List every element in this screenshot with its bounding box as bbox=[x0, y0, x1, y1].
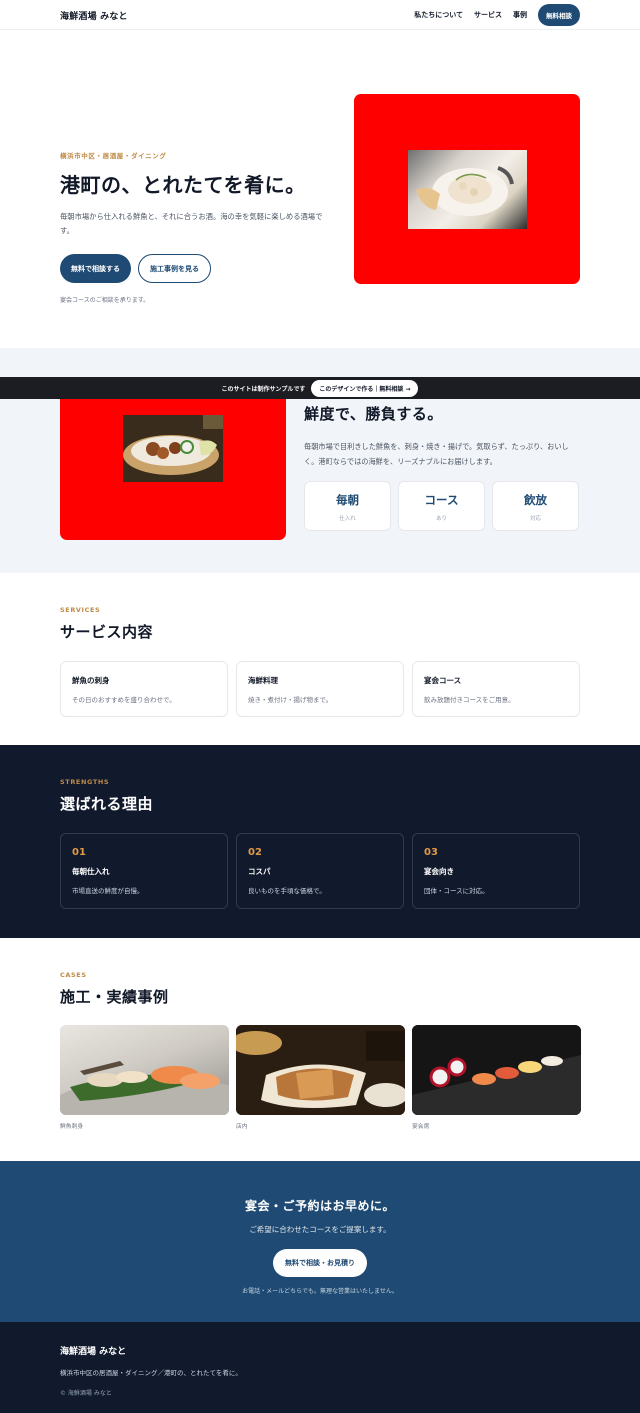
case-photo-interior[interactable] bbox=[236, 1025, 405, 1115]
hero-section: 横浜市中区・居酒屋・ダイニング 港町の、とれたてを肴に。 毎朝市場から仕入れる鮮… bbox=[0, 30, 640, 348]
banner-text: このサイトは制作サンプルです bbox=[221, 385, 306, 393]
services-kicker: SERVICES bbox=[60, 606, 101, 614]
cases-kicker: CASES bbox=[60, 971, 87, 979]
service-desc: その日のおすすめを盛り合わせで。 bbox=[72, 696, 176, 704]
stat-card: 飲放 対応 bbox=[492, 481, 579, 531]
footer-brand: 海鮮酒場 みなと bbox=[60, 1347, 127, 1357]
site-header: 海鮮酒場 みなと 私たちについて サービス 事例 無料相談 bbox=[0, 0, 640, 30]
hero-title: 港町の、とれたてを肴に。 bbox=[60, 173, 306, 197]
case-item[interactable]: 店内 bbox=[236, 1025, 405, 1130]
stat-label: 対応 bbox=[529, 516, 541, 522]
stat-card: コース あり bbox=[398, 481, 485, 531]
services-section: SERVICES サービス内容 鮮魚の刺身 その日のおすすめを盛り合わせで。 海… bbox=[0, 573, 640, 745]
strength-card: 01 毎朝仕入れ 市場直送の鮮度が自慢。 bbox=[60, 833, 228, 909]
service-desc: 飲み放題付きコースをご用意。 bbox=[424, 696, 515, 704]
main-nav: 私たちについて サービス 事例 無料相談 bbox=[414, 4, 580, 26]
hero-dish-photo bbox=[408, 150, 527, 229]
cta-note: お電話・メールどちらでも。無理な営業はいたしません。 bbox=[242, 1288, 398, 1295]
footer-copyright: © 海鮮酒場 みなと bbox=[60, 1390, 112, 1397]
cases-section: CASES 施工・実績事例 鮮魚刺身 店内 宴会席 bbox=[0, 938, 640, 1161]
strength-desc: 良いものを手頃な価格で。 bbox=[248, 887, 326, 895]
strength-number: 03 bbox=[424, 847, 438, 858]
stat-value: 毎朝 bbox=[336, 493, 359, 507]
service-title: 鮮魚の刺身 bbox=[72, 676, 110, 685]
hero-cases-button[interactable]: 施工事例を見る bbox=[138, 254, 211, 283]
service-card: 宴会コース 飲み放題付きコースをご用意。 bbox=[412, 661, 580, 717]
service-card: 鮮魚の刺身 その日のおすすめを盛り合わせで。 bbox=[60, 661, 228, 717]
strength-card: 02 コスパ 良いものを手頃な価格で。 bbox=[236, 833, 404, 909]
strengths-kicker: STRENGTHS bbox=[60, 778, 110, 786]
stat-label: 仕入れ bbox=[339, 516, 356, 522]
strength-desc: 市場直送の鮮度が自慢。 bbox=[72, 887, 144, 895]
service-title: 宴会コース bbox=[424, 676, 462, 685]
strength-number: 01 bbox=[72, 847, 86, 858]
services-title: サービス内容 bbox=[60, 623, 154, 641]
strength-card: 03 宴会向き 団体・コースに対応。 bbox=[412, 833, 580, 909]
header-cta-button[interactable]: 無料相談 bbox=[538, 4, 580, 26]
cta-section: 宴会・ご予約はお早めに。 ご希望に合わせたコースをご提案します。 無料で相談・お… bbox=[0, 1161, 640, 1322]
service-desc: 焼き・煮付け・揚げ物まで。 bbox=[248, 696, 333, 704]
service-card: 海鮮料理 焼き・煮付け・揚げ物まで。 bbox=[236, 661, 404, 717]
stat-value: コース bbox=[424, 493, 459, 507]
stat-label: あり bbox=[435, 516, 447, 522]
strength-number: 02 bbox=[248, 847, 262, 858]
banner-cta-button[interactable]: このデザインで作る｜無料相談 → bbox=[311, 379, 419, 397]
nav-link-services[interactable]: サービス bbox=[474, 10, 502, 20]
cta-description: ご希望に合わせたコースをご提案します。 bbox=[249, 1225, 391, 1234]
hero-eyebrow: 横浜市中区・居酒屋・ダイニング bbox=[60, 152, 167, 160]
site-footer: 海鮮酒場 みなと 横浜市中区の居酒屋・ダイニング／港町の、とれたてを肴に。 © … bbox=[0, 1322, 640, 1413]
case-caption: 宴会席 bbox=[412, 1124, 430, 1130]
case-item[interactable]: 鮮魚刺身 bbox=[60, 1025, 229, 1130]
case-photo-sashimi[interactable] bbox=[60, 1025, 229, 1115]
footer-description: 横浜市中区の居酒屋・ダイニング／港町の、とれたてを肴に。 bbox=[60, 1369, 242, 1377]
nav-link-about[interactable]: 私たちについて bbox=[414, 10, 463, 20]
brand-logo[interactable]: 海鮮酒場 みなと bbox=[60, 9, 128, 22]
strengths-section: STRENGTHS 選ばれる理由 01 毎朝仕入れ 市場直送の鮮度が自慢。 02… bbox=[0, 745, 640, 938]
hero-description: 毎朝市場から仕入れる鮮魚と、それに合うお酒。海の幸を気軽に楽しめる酒場です。 bbox=[60, 212, 323, 235]
sample-site-banner: このサイトは制作サンプルです このデザインで作る｜無料相談 → bbox=[0, 377, 640, 399]
hero-note: 宴会コースのご相談を承ります。 bbox=[60, 297, 150, 304]
cta-consult-button[interactable]: 無料で相談・お見積り bbox=[273, 1249, 367, 1277]
hero-image-frame bbox=[354, 94, 580, 284]
case-photo-banquet[interactable] bbox=[412, 1025, 581, 1115]
cases-title: 施工・実績事例 bbox=[60, 988, 169, 1006]
strengths-title: 選ばれる理由 bbox=[60, 795, 154, 813]
hero-consult-button[interactable]: 無料で相談する bbox=[60, 254, 131, 283]
strength-desc: 団体・コースに対応。 bbox=[424, 887, 489, 895]
strength-title: コスパ bbox=[248, 867, 271, 876]
stats-row: 毎朝 仕入れ コース あり 飲放 対応 bbox=[304, 481, 580, 531]
about-image-frame bbox=[60, 388, 286, 540]
case-item[interactable]: 宴会席 bbox=[412, 1025, 581, 1130]
service-title: 海鮮料理 bbox=[248, 676, 278, 685]
about-dish-photo bbox=[123, 415, 223, 482]
strength-title: 宴会向き bbox=[424, 867, 454, 876]
nav-link-cases[interactable]: 事例 bbox=[513, 10, 527, 20]
case-caption: 店内 bbox=[236, 1124, 248, 1130]
about-title: 鮮度で、勝負する。 bbox=[304, 405, 443, 423]
cta-title: 宴会・ご予約はお早めに。 bbox=[244, 1199, 395, 1213]
strength-title: 毎朝仕入れ bbox=[72, 867, 110, 876]
about-description: 毎朝市場で目利きした鮮魚を、刺身・焼き・揚げで。気取らず、たっぷり、おいしく。港… bbox=[304, 442, 569, 466]
case-caption: 鮮魚刺身 bbox=[60, 1124, 84, 1130]
stat-card: 毎朝 仕入れ bbox=[304, 481, 391, 531]
stat-value: 飲放 bbox=[524, 493, 547, 507]
